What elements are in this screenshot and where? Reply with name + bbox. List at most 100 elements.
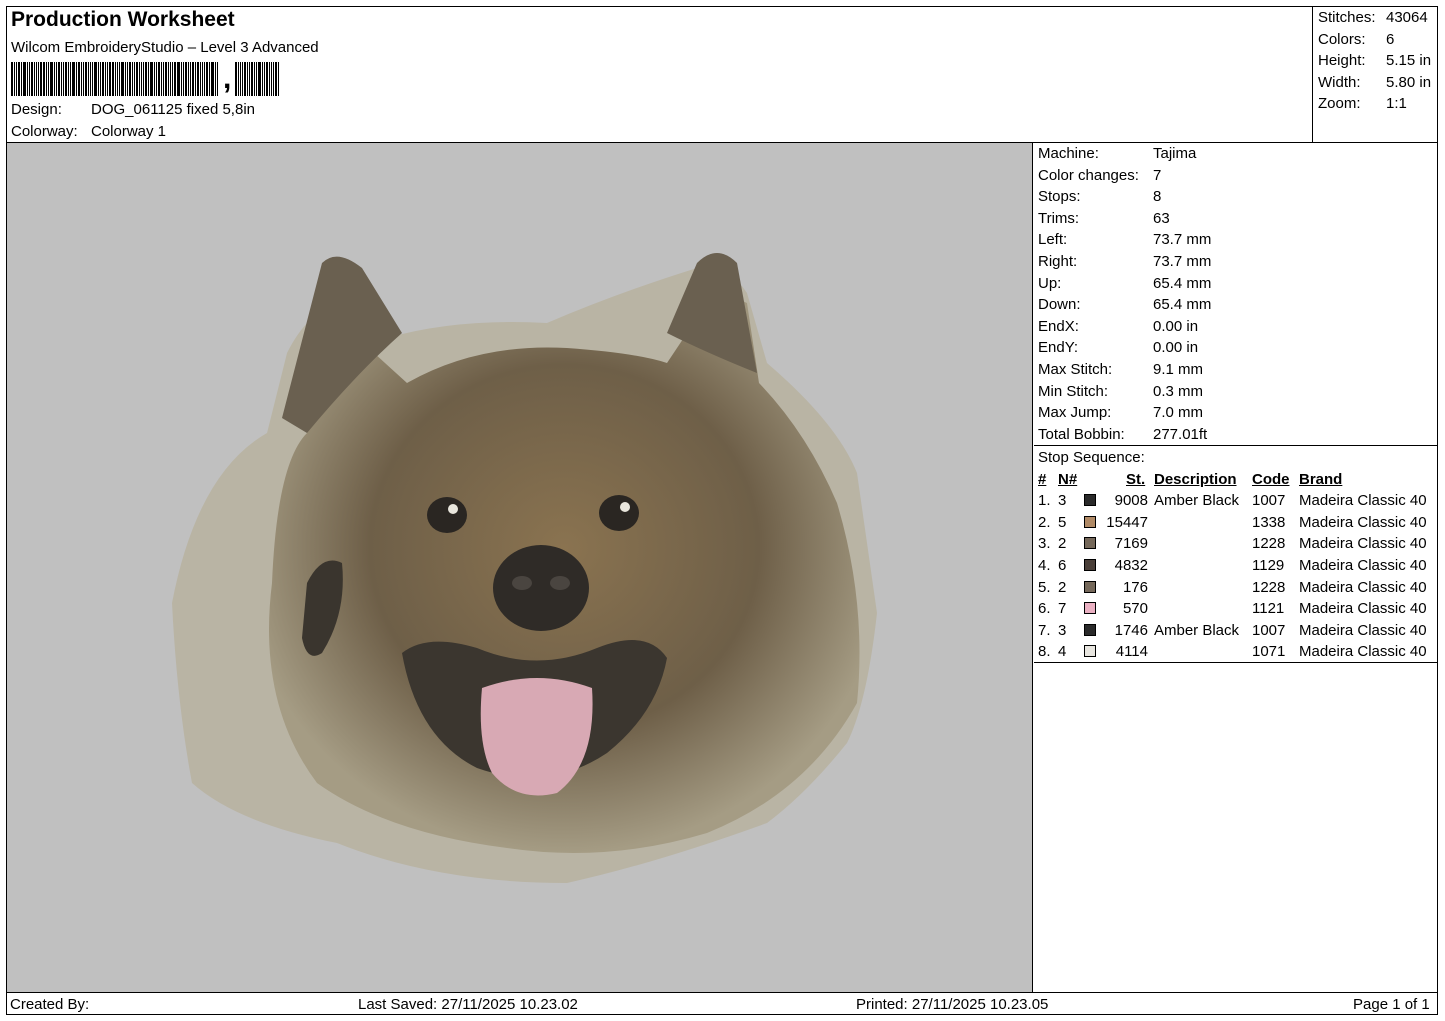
cell-brand: Madeira Classic 40: [1299, 556, 1427, 574]
dog-head-icon: [172, 253, 877, 883]
left-eye: [427, 497, 467, 533]
machine-label: Total Bobbin:: [1038, 425, 1125, 443]
machine-label: Trims:: [1038, 209, 1080, 227]
design-row: Design: DOG_061125 fixed 5,8in: [11, 101, 255, 118]
cell-n: 3: [1058, 492, 1067, 510]
col-brand: Brand: [1299, 470, 1343, 488]
cell-code: 1007: [1252, 621, 1286, 639]
machine-label: Down:: [1038, 296, 1081, 314]
cell-st: 570: [1122, 600, 1148, 618]
cell-num: 7.: [1038, 621, 1051, 639]
color-swatch: [1084, 537, 1096, 550]
machine-value: 0.3 mm: [1153, 382, 1204, 400]
machine-label: EndX:: [1038, 317, 1079, 335]
cell-st: 1746: [1114, 621, 1148, 639]
machine-row: Machine: Tajima: [1034, 143, 1438, 165]
cell-st: 4114: [1115, 643, 1148, 661]
machine-label: Right:: [1038, 252, 1078, 270]
info-panel: Machine: Tajima Color changes: 7 Stops: 8 Trim…: [1034, 143, 1438, 663]
machine-label: Machine:: [1038, 145, 1099, 162]
cell-st: 9008: [1114, 492, 1148, 510]
cell-n: 7: [1058, 600, 1067, 618]
cell-num: 2.: [1038, 513, 1051, 531]
machine-label: Left:: [1038, 231, 1068, 249]
cell-brand: Madeira Classic 40: [1299, 621, 1427, 639]
stop-sequence-row: 8. 4 1071 Madeira Classic 40 4114: [1034, 641, 1438, 663]
cell-n: 5: [1058, 513, 1067, 531]
color-swatch: [1084, 494, 1096, 507]
design-preview: [7, 143, 1033, 992]
page-number: Page 1 of 1: [1353, 996, 1430, 1013]
color-swatch: [1084, 580, 1096, 593]
machine-value: 73.7 mm: [1153, 252, 1212, 270]
worksheet-header: Production Worksheet Wilcom EmbroiderySt…: [6, 6, 1313, 143]
machine-value: Tajima: [1153, 145, 1197, 162]
machine-row: Total Bobbin: 277.01ft: [1034, 424, 1438, 446]
cell-num: 4.: [1038, 556, 1051, 574]
stop-sequence-row: 7. 3 Amber Black 1007 Madeira Classic 40 1746: [1034, 620, 1438, 642]
cell-brand: Madeira Classic 40: [1299, 600, 1427, 618]
machine-label: Up:: [1038, 274, 1062, 292]
cell-code: 1129: [1252, 556, 1285, 574]
cell-n: 4: [1058, 643, 1067, 661]
stop-sequence-row: 6. 7 1121 Madeira Classic 40 570: [1034, 598, 1438, 620]
machine-value: 9.1 mm: [1153, 360, 1204, 378]
stop-sequence-row: 1. 3 Amber Black 1007 Madeira Classic 40 9008: [1034, 490, 1438, 512]
machine-value: 7: [1153, 166, 1162, 184]
machine-row: Right: 73.7 mm: [1034, 251, 1438, 273]
stat-width: Width: 5.80 in: [1318, 73, 1432, 91]
machine-value: 8: [1153, 188, 1162, 206]
machine-row: Up: 65.4 mm: [1034, 273, 1438, 295]
stop-sequence-row: 5. 2 1228 Madeira Classic 40 176: [1034, 577, 1438, 599]
worksheet-footer: Created By: Last Saved: 27/11/2025 10.23…: [6, 992, 1438, 1015]
stat-stitches: Stitches: 43064: [1318, 9, 1428, 26]
software-name: Wilcom EmbroideryStudio – Level 3 Advanc…: [11, 39, 319, 56]
color-swatch: [1084, 623, 1096, 636]
machine-label: Color changes:: [1038, 166, 1139, 184]
cell-st: 176: [1122, 578, 1148, 596]
colorway-value: Colorway 1: [91, 123, 167, 140]
cell-code: 1338: [1252, 513, 1286, 531]
stop-sequence-row: 4. 6 1129 Madeira Classic 40 4832: [1034, 555, 1438, 577]
col-num: #: [1038, 470, 1047, 488]
cell-desc: Amber Black: [1154, 492, 1240, 510]
cell-desc: Amber Black: [1154, 621, 1240, 639]
cell-n: 3: [1058, 621, 1067, 639]
cell-code: 1228: [1252, 535, 1286, 553]
cell-brand: Madeira Classic 40: [1299, 643, 1427, 661]
cell-code: 1121: [1252, 600, 1285, 618]
machine-value: 277.01ft: [1153, 425, 1208, 443]
cell-st: 4832: [1114, 556, 1148, 574]
machine-row: EndY: 0.00 in: [1034, 337, 1438, 359]
cell-brand: Madeira Classic 40: [1299, 535, 1427, 553]
barcode: ,: [11, 62, 280, 96]
design-label: Design:: [11, 101, 62, 118]
machine-value: 73.7 mm: [1153, 231, 1212, 249]
cell-n: 2: [1058, 535, 1067, 553]
colorway-label: Colorway:: [11, 123, 78, 140]
stop-sequence-row: 2. 5 1338 Madeira Classic 40 15447: [1034, 512, 1438, 534]
machine-label: EndY:: [1038, 339, 1079, 357]
cell-brand: Madeira Classic 40: [1299, 492, 1427, 510]
stat-colors: Colors: 6: [1318, 30, 1395, 48]
machine-row: EndX: 0.00 in: [1034, 316, 1438, 338]
col-code: Code: [1252, 470, 1290, 488]
created-by: Created By:: [10, 996, 90, 1013]
cell-num: 8.: [1038, 643, 1051, 661]
design-stats: Stitches: 43064 Colors: 6 Height: 5.15 in W…: [1313, 6, 1438, 143]
machine-label: Max Stitch:: [1038, 360, 1113, 378]
machine-row: Max Stitch: 9.1 mm: [1034, 359, 1438, 381]
cell-st: 15447: [1106, 513, 1148, 531]
nose: [493, 545, 589, 631]
stat-height: Height: 5.15 in: [1318, 52, 1432, 70]
color-swatch: [1084, 602, 1096, 615]
machine-row: Color changes: 7: [1034, 165, 1438, 187]
machine-info: Machine: Tajima Color changes: 7 Stops: 8 Trim…: [1034, 143, 1438, 446]
machine-value: 65.4 mm: [1153, 296, 1212, 314]
cell-num: 3.: [1038, 535, 1051, 553]
stop-sequence-title: Stop Sequence:: [1038, 449, 1145, 466]
right-eye: [599, 495, 639, 531]
stop-sequence: Stop Sequence: # N# St. Description Code…: [1034, 446, 1438, 663]
color-swatch: [1084, 645, 1096, 658]
cell-code: 1071: [1252, 643, 1286, 661]
